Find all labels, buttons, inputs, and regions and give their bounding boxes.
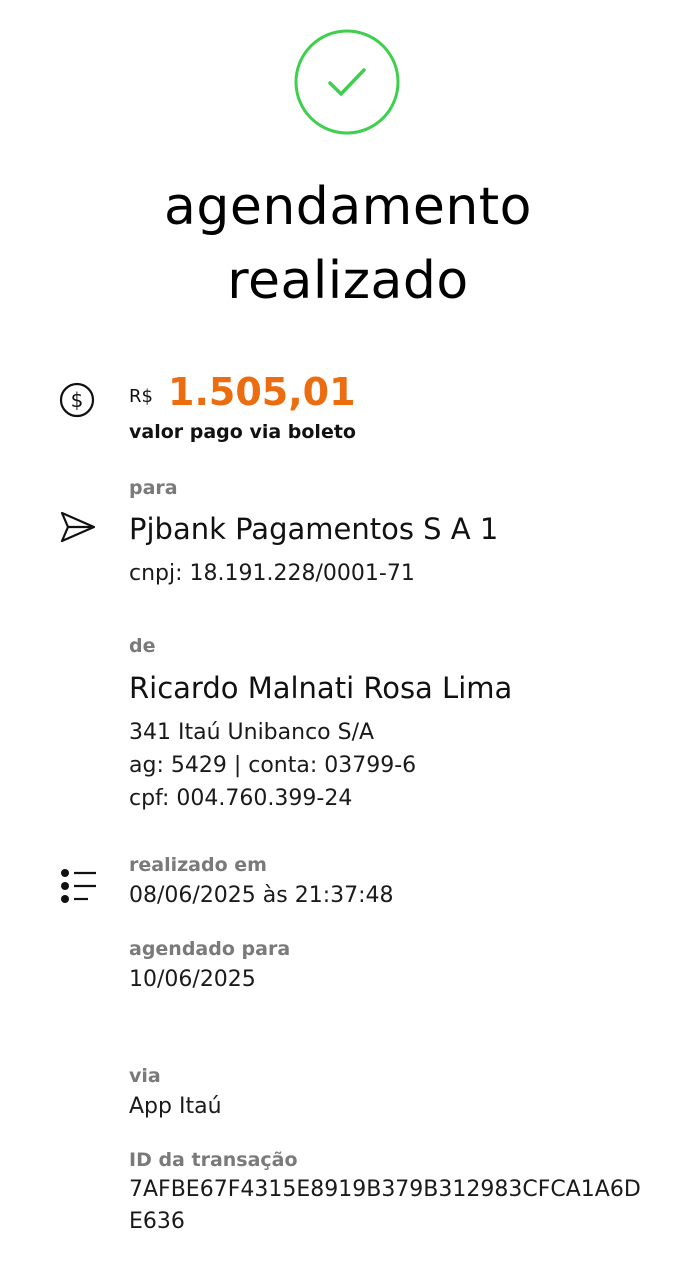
page-title: agendamento realizado — [0, 170, 696, 318]
performed-value: 08/06/2025 às 21:37:48 — [129, 883, 394, 908]
payment-amount: 1.505,01 — [168, 370, 356, 414]
svg-text:$: $ — [71, 388, 84, 412]
performed-label: realizado em — [129, 854, 267, 876]
currency-label: R$ — [129, 386, 153, 407]
list-icon — [61, 869, 96, 903]
dollar-coin-icon: $ — [59, 382, 95, 418]
recipient-name: Pjbank Pagamentos S A 1 — [129, 512, 499, 546]
scheduled-label: agendado para — [129, 938, 291, 960]
title-line-2: realizado — [227, 251, 469, 311]
payer-account: ag: 5429 | conta: 03799-6 — [129, 753, 417, 778]
channel-value: App Itaú — [129, 1094, 222, 1119]
amount-caption: valor pago via boleto — [129, 421, 356, 443]
success-check-icon — [294, 29, 400, 135]
channel-label: via — [129, 1065, 161, 1087]
transaction-label: ID da transação — [129, 1149, 298, 1171]
title-line-1: agendamento — [163, 177, 532, 237]
recipient-label: para — [129, 477, 178, 499]
payer-document: cpf: 004.760.399-24 — [129, 786, 353, 811]
transaction-id: 7AFBE67F4315E8919B379B312983CFCA1A6DE636 — [129, 1177, 641, 1234]
payer-bank: 341 Itaú Unibanco S/A — [129, 720, 375, 745]
payer-label: de — [129, 635, 156, 657]
send-arrow-icon — [60, 511, 96, 543]
recipient-document: cnpj: 18.191.228/0001-71 — [129, 561, 415, 586]
payer-name: Ricardo Malnati Rosa Lima — [129, 671, 513, 705]
scheduled-value: 10/06/2025 — [129, 967, 256, 992]
